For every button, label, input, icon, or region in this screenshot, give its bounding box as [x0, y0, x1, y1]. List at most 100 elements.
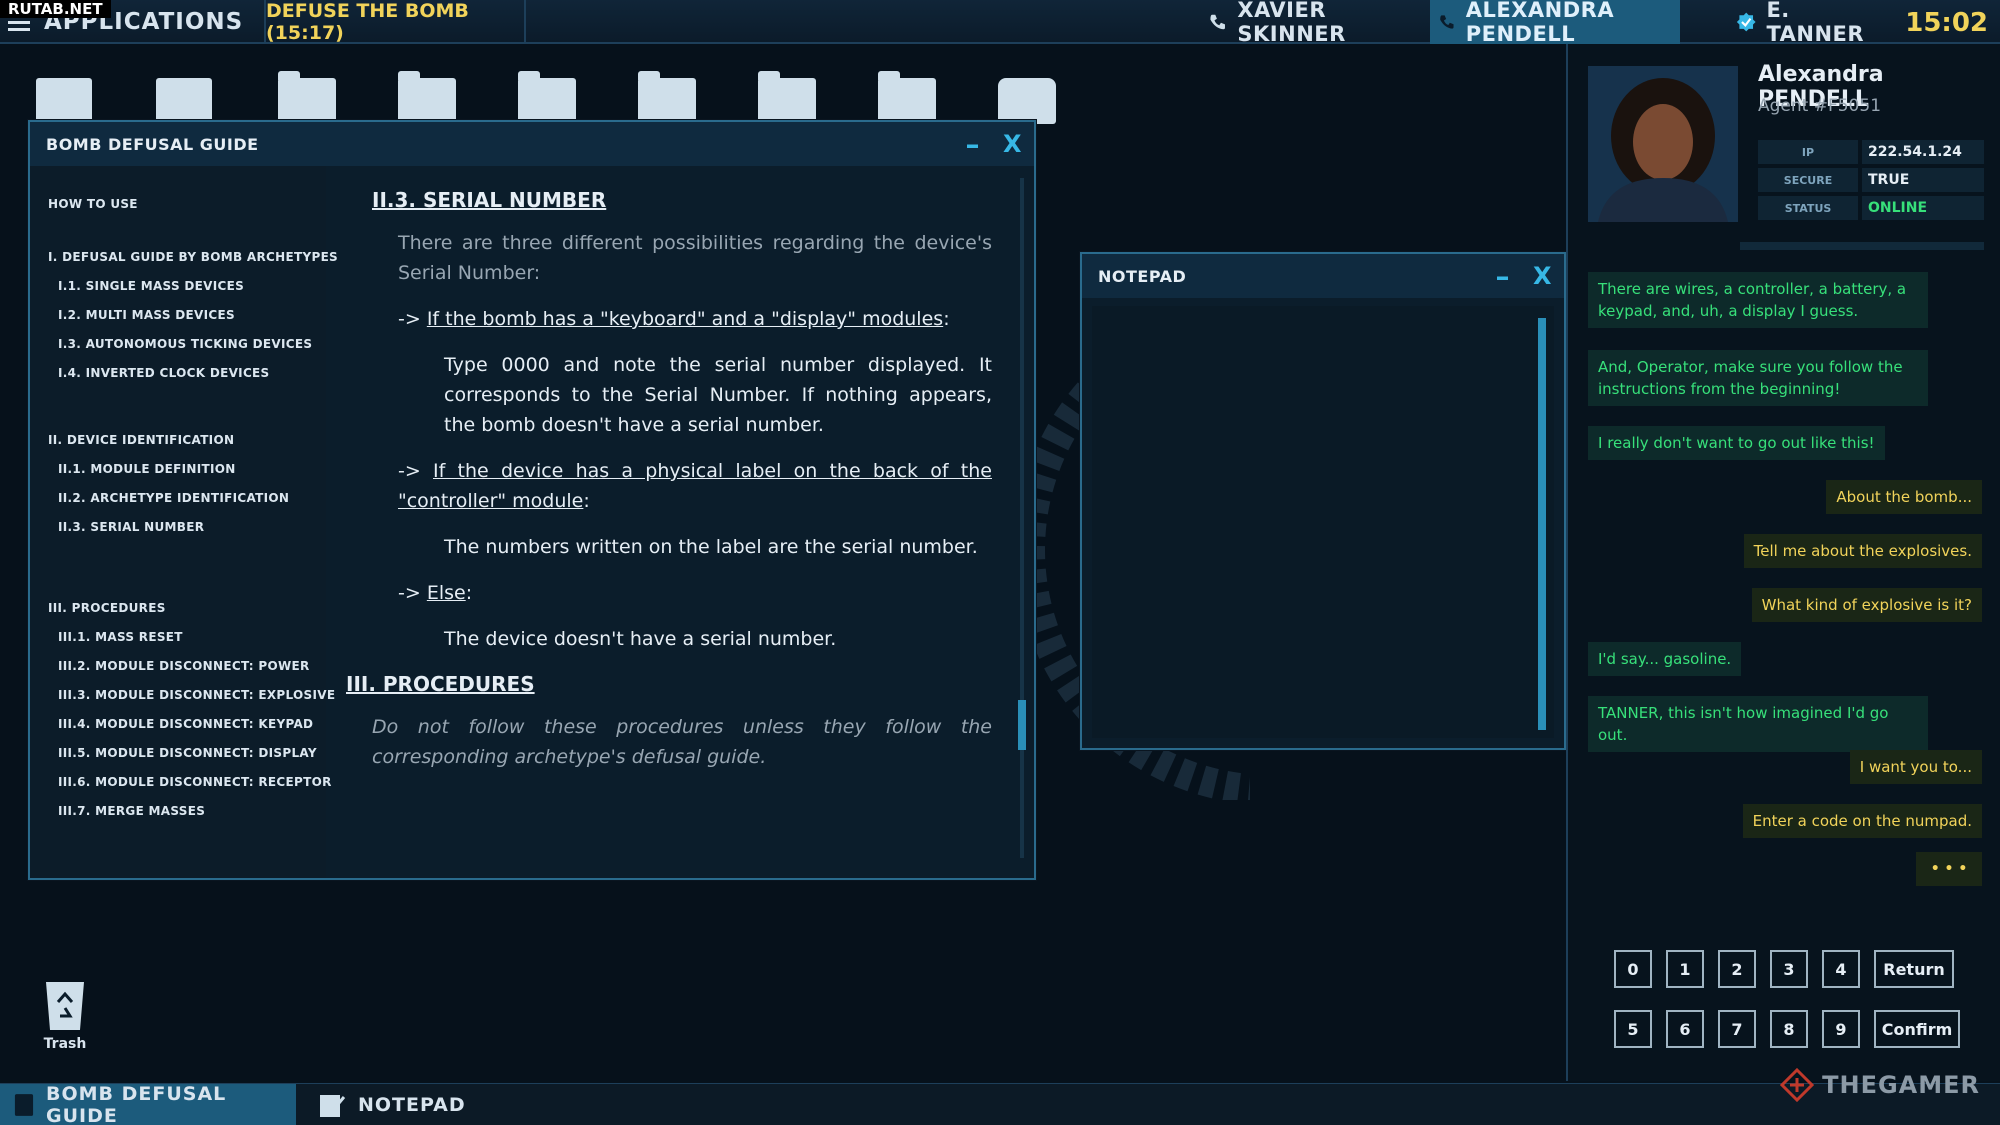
taskbar-item-bomb-defusal-guide[interactable]: BOMB DEFUSAL GUIDE — [0, 1083, 296, 1125]
contact-alexandra-pendell[interactable]: ALEXANDRA PENDELL — [1430, 0, 1680, 46]
toc-item[interactable]: I.4. INVERTED CLOCK DEVICES — [30, 359, 326, 388]
case-heading: -> If the device has a physical label on… — [398, 460, 992, 512]
chat-message-incoming: TANNER, this isn't how imagined I'd go o… — [1588, 696, 1928, 752]
document-stack-icon[interactable] — [36, 78, 92, 124]
window-title: BOMB DEFUSAL GUIDE — [46, 134, 259, 154]
taskbar: BOMB DEFUSAL GUIDE NOTEPAD — [0, 1083, 2000, 1125]
keypad-key-5[interactable]: 5 — [1614, 1010, 1652, 1048]
toc-item[interactable]: III. PROCEDURES — [30, 594, 326, 623]
window-title: NOTEPAD — [1098, 266, 1187, 286]
phone-icon — [1440, 15, 1454, 29]
divider — [1740, 242, 1984, 250]
chat-message-incoming: And, Operator, make sure you follow the … — [1588, 350, 1928, 406]
taskbar-item-notepad[interactable]: NOTEPAD — [304, 1084, 480, 1125]
case-body: Type 0000 and note the serial number dis… — [444, 354, 992, 436]
contact-e-tanner[interactable]: E. TANNER — [1736, 0, 1886, 46]
bomb-defusal-guide-window: BOMB DEFUSAL GUIDE – X HOW TO USE I. DEF… — [28, 120, 1036, 880]
keypad-return-button[interactable]: Return — [1874, 950, 1954, 988]
top-bar: RUTAB.NET APPLICATIONS DEFUSE THE BOMB (… — [0, 0, 2000, 46]
clock: 15:02 — [1905, 8, 1988, 38]
keypad-key-9[interactable]: 9 — [1822, 1010, 1860, 1048]
keypad-key-6[interactable]: 6 — [1666, 1010, 1704, 1048]
guide-content: II.3. SERIAL NUMBER There are three diff… — [326, 166, 1010, 878]
taskbar-label: NOTEPAD — [358, 1094, 466, 1116]
agent-info-secure: SECURE TRUE — [1758, 168, 1984, 192]
keypad-key-3[interactable]: 3 — [1770, 950, 1808, 988]
close-button[interactable]: X — [1003, 130, 1022, 158]
book-icon — [14, 1094, 34, 1116]
folder-icon[interactable] — [278, 71, 336, 124]
toc-item[interactable]: III.7. MERGE MASSES — [30, 797, 326, 826]
chat-message-incoming: I'd say... gasoline. — [1588, 642, 1742, 676]
guide-scrollbar-thumb[interactable] — [1018, 700, 1026, 750]
keypad-key-0[interactable]: 0 — [1614, 950, 1652, 988]
toc-item[interactable]: II.2. ARCHETYPE IDENTIFICATION — [30, 484, 326, 513]
keypad-key-2[interactable]: 2 — [1718, 950, 1756, 988]
toc-item[interactable]: III.3. MODULE DISCONNECT: EXPLOSIVE — [30, 681, 335, 710]
case-heading: -> Else: — [398, 582, 473, 604]
window-titlebar[interactable]: NOTEPAD – X — [1082, 254, 1564, 298]
toc-item[interactable]: II.3. SERIAL NUMBER — [30, 513, 326, 542]
toc-item[interactable]: I.2. MULTI MASS DEVICES — [30, 301, 326, 330]
folder-icon[interactable] — [758, 71, 816, 124]
keypad-confirm-button[interactable]: Confirm — [1874, 1010, 1960, 1048]
trash-icon[interactable] — [40, 976, 90, 1032]
section-title: II.3. SERIAL NUMBER — [372, 188, 607, 212]
chat-message-outgoing: What kind of explosive is it? — [1751, 588, 1982, 622]
contact-xavier-skinner[interactable]: XAVIER SKINNER — [1208, 0, 1418, 46]
chat-message-outgoing: Enter a code on the numpad. — [1742, 804, 1982, 838]
toc-item[interactable]: III.4. MODULE DISCONNECT: KEYPAD — [30, 710, 326, 739]
folder-icon[interactable] — [638, 71, 696, 124]
keypad-key-4[interactable]: 4 — [1822, 950, 1860, 988]
contact-name: ALEXANDRA PENDELL — [1465, 0, 1615, 46]
keypad-key-7[interactable]: 7 — [1718, 1010, 1756, 1048]
toc-item[interactable]: III.5. MODULE DISCONNECT: DISPLAY — [30, 739, 326, 768]
toc-item[interactable]: I. DEFUSAL GUIDE BY BOMB ARCHETYPES — [30, 243, 338, 272]
folder-icon[interactable] — [398, 71, 456, 124]
notepad-scrollbar[interactable] — [1538, 318, 1546, 730]
minimize-button[interactable]: – — [966, 128, 981, 161]
toc-item[interactable]: III.2. MODULE DISCONNECT: POWER — [30, 652, 326, 681]
agent-id: Agent #F5051 — [1758, 96, 1882, 116]
notepad-window: NOTEPAD – X — [1080, 252, 1566, 750]
chat-message-incoming: There are wires, a controller, a battery… — [1588, 272, 1928, 328]
keypad-key-1[interactable]: 1 — [1666, 950, 1704, 988]
close-button[interactable]: X — [1533, 262, 1552, 290]
taskbar-label: BOMB DEFUSAL GUIDE — [45, 1083, 227, 1125]
site-watermark: RUTAB.NET — [0, 0, 111, 18]
next-section-title: III. PROCEDURES — [346, 672, 535, 696]
drive-icon[interactable] — [998, 78, 1056, 124]
toc-item[interactable]: I.3. AUTONOMOUS TICKING DEVICES — [30, 330, 326, 359]
toc-item[interactable]: II.1. MODULE DEFINITION — [30, 455, 326, 484]
verified-badge-icon — [1736, 12, 1756, 32]
chat-message-outgoing: I want you to... — [1849, 750, 1982, 784]
chat-message-outgoing: About the bomb... — [1826, 480, 1982, 514]
keypad-key-8[interactable]: 8 — [1770, 1010, 1808, 1048]
toc-item[interactable]: I.1. SINGLE MASS DEVICES — [30, 272, 326, 301]
toc-item[interactable]: III.6. MODULE DISCONNECT: RECEPTOR — [30, 768, 331, 797]
toc-item[interactable]: III.1. MASS RESET — [30, 623, 326, 652]
agent-panel: Alexandra PENDELL Agent #F5051 IP 222.54… — [1566, 44, 2000, 1081]
archive-icon[interactable] — [156, 78, 212, 124]
folder-icon[interactable] — [878, 71, 936, 124]
notepad-icon — [320, 1095, 346, 1117]
contact-name: XAVIER SKINNER — [1237, 0, 1346, 46]
minimize-button[interactable]: – — [1496, 260, 1511, 293]
case-body: The numbers written on the label are the… — [444, 536, 978, 558]
notepad-textarea[interactable] — [1092, 306, 1554, 738]
case-body: The device doesn't have a serial number. — [444, 628, 837, 650]
toc-item[interactable]: HOW TO USE — [30, 190, 326, 219]
folder-icon[interactable] — [518, 71, 576, 124]
agent-portrait — [1588, 66, 1738, 222]
mission-timer: DEFUSE THE BOMB (15:17) — [264, 0, 526, 44]
guide-scrollbar-track[interactable] — [1020, 178, 1024, 858]
section-intro: There are three different possibilities … — [398, 232, 992, 284]
contact-name: E. TANNER — [1766, 0, 1865, 46]
chat-message-incoming: I really don't want to go out like this! — [1588, 426, 1885, 460]
toc-item[interactable]: II. DEVICE IDENTIFICATION — [30, 426, 326, 455]
typing-indicator[interactable]: • • • — [1916, 852, 1982, 886]
chat-message-outgoing: Tell me about the explosives. — [1743, 534, 1982, 568]
next-section-body: Do not follow these procedures unless th… — [372, 716, 992, 768]
window-titlebar[interactable]: BOMB DEFUSAL GUIDE – X — [30, 122, 1034, 166]
agent-info-status: STATUS ONLINE — [1758, 196, 1984, 220]
